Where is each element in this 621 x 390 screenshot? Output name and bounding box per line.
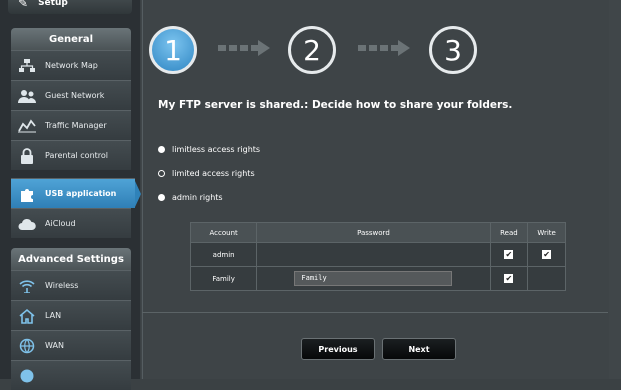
- radio-dot[interactable]: [158, 170, 165, 177]
- sidebar-item-label: WAN: [45, 341, 64, 350]
- sidebar-item-next[interactable]: [11, 360, 131, 390]
- arrow-right-icon: [398, 40, 410, 56]
- sidebar-item-wan[interactable]: WAN: [11, 330, 131, 360]
- sidebar-item-label: Wireless: [45, 281, 79, 290]
- radio-dot[interactable]: [158, 194, 165, 201]
- wireless-icon: [17, 277, 37, 295]
- password-cell: [256, 242, 491, 267]
- sidebar-item-label: Guest Network: [45, 91, 105, 100]
- sidebar-item-network-map[interactable]: Network Map: [11, 50, 131, 80]
- read-cell[interactable]: ✔: [489, 242, 529, 267]
- sidebar-setup[interactable]: ✎ Setup: [8, 0, 132, 14]
- option-label: limited access rights: [172, 169, 255, 178]
- write-cell[interactable]: [527, 266, 566, 291]
- account-cell: admin: [189, 242, 258, 267]
- sidebar-item-parental-control[interactable]: Parental control: [11, 140, 131, 170]
- option-admin-rights[interactable]: admin rights: [158, 193, 223, 202]
- sidebar-item-wireless[interactable]: Wireless: [11, 270, 131, 300]
- sidebar-item-usb-application[interactable]: USB application: [11, 178, 135, 208]
- puzzle-icon: [17, 185, 37, 203]
- sidebar-item-label: Network Map: [45, 61, 98, 70]
- sidebar-general-header: General: [11, 28, 131, 50]
- sidebar-item-guest-network[interactable]: Guest Network: [11, 80, 131, 110]
- network-map-icon: [17, 57, 37, 75]
- read-checkbox[interactable]: ✔: [504, 250, 514, 259]
- step-3-indicator: 3: [429, 26, 477, 74]
- divider: [142, 312, 608, 313]
- read-checkbox[interactable]: ✔: [504, 274, 514, 283]
- previous-button[interactable]: Previous: [301, 338, 375, 360]
- arrow-right-icon: [258, 40, 270, 56]
- lock-icon: [17, 147, 37, 165]
- wizard-title: My FTP server is shared.: Decide how to …: [158, 99, 513, 111]
- guest-network-icon: [17, 87, 37, 105]
- sidebar-item-traffic-manager[interactable]: Traffic Manager: [11, 110, 131, 140]
- sidebar-item-aicloud[interactable]: AiCloud: [11, 208, 131, 238]
- col-header-password: Password: [256, 222, 491, 243]
- option-label: limitless access rights: [172, 145, 261, 154]
- password-cell: Family: [256, 266, 491, 291]
- option-label: admin rights: [172, 193, 223, 202]
- globe-icon: [17, 367, 37, 385]
- table-header-row: Account Password Read Write: [189, 222, 566, 243]
- sidebar-advanced-header: Advanced Settings: [11, 248, 131, 270]
- col-header-read: Read: [489, 222, 529, 243]
- table-row: Family Family ✔: [189, 266, 566, 291]
- option-limitless-access[interactable]: limitless access rights: [158, 145, 260, 154]
- globe-icon: [17, 337, 37, 355]
- home-icon: [17, 307, 37, 325]
- content-panel: [142, 0, 609, 379]
- sidebar-setup-label: Setup: [38, 0, 68, 8]
- read-cell[interactable]: ✔: [489, 266, 529, 291]
- step-2-indicator: 2: [288, 26, 336, 74]
- wrench-icon: ✎: [18, 0, 29, 10]
- write-checkbox[interactable]: ✔: [542, 250, 552, 259]
- sidebar: ✎ Setup General Network Map Guest Networ…: [0, 0, 141, 390]
- col-header-account: Account: [189, 222, 258, 243]
- sidebar-item-lan[interactable]: LAN: [11, 300, 131, 330]
- write-cell[interactable]: ✔: [527, 242, 566, 267]
- col-header-write: Write: [527, 222, 566, 243]
- step-arrow: [358, 45, 398, 51]
- traffic-manager-icon: [17, 117, 37, 135]
- step-arrow: [218, 45, 258, 51]
- next-button[interactable]: Next: [382, 338, 456, 360]
- sidebar-item-label: LAN: [45, 311, 62, 320]
- radio-dot[interactable]: [158, 146, 165, 153]
- account-cell: Family: [189, 266, 258, 291]
- cloud-icon: [17, 215, 37, 233]
- sidebar-item-label: Parental control: [45, 151, 109, 160]
- sidebar-item-label: AiCloud: [45, 219, 76, 228]
- sidebar-item-label: USB application: [45, 189, 117, 198]
- option-limited-access[interactable]: limited access rights: [158, 169, 255, 178]
- account-table: Account Password Read Write admin ✔ ✔ Fa…: [189, 222, 566, 291]
- step-1-indicator: 1: [149, 26, 197, 74]
- password-input[interactable]: Family: [294, 271, 453, 286]
- table-row: admin ✔ ✔: [189, 242, 566, 267]
- sidebar-item-label: Traffic Manager: [45, 121, 107, 130]
